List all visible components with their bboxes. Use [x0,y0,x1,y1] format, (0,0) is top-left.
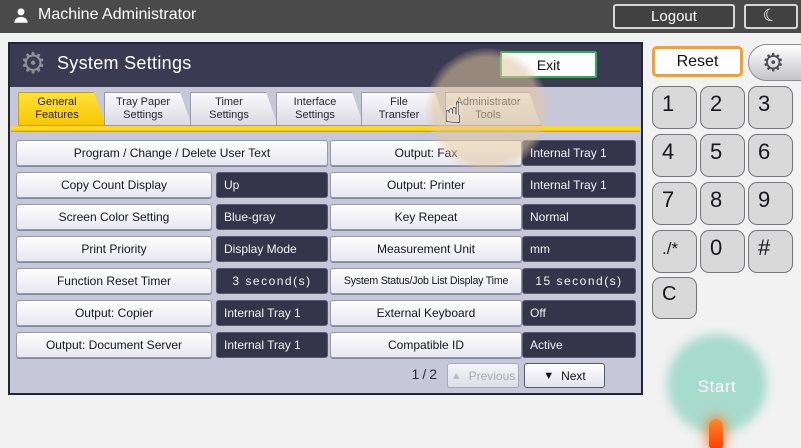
tab-interface-settings[interactable]: Interface Settings [276,92,364,126]
previous-page-button[interactable]: ▲ Previous [447,363,519,388]
setting-value-key-repeat[interactable]: Normal [522,204,636,230]
setting-label-key-repeat[interactable]: Key Repeat [330,204,522,230]
setting-value-screen-color-setting[interactable]: Blue-gray [216,204,328,230]
tab-general-features[interactable]: General Features [18,92,106,126]
key-0[interactable]: 0 [700,230,745,273]
setting-value-function-reset-timer[interactable]: 3 second(s) [216,268,328,294]
up-triangle-icon: ▲ [451,370,462,382]
page-title: System Settings [57,53,192,74]
tab-file-transfer[interactable]: File Transfer [361,92,447,126]
start-button-label: Start [667,377,767,397]
setting-program-change-delete-user-text[interactable]: Program / Change / Delete User Text [16,140,328,166]
next-label: Next [561,369,586,383]
logged-in-user-name: Machine Administrator [38,6,196,24]
setting-value-copy-count-display[interactable]: Up [216,172,328,198]
setting-value-compatible-id[interactable]: Active [522,332,636,358]
setting-label-print-priority[interactable]: Print Priority [16,236,212,262]
setting-label-output-copier[interactable]: Output: Copier [16,300,212,326]
device-screen: Machine Administrator Logout ☾ ⚙ System … [0,0,801,448]
moon-icon: ☾ [762,7,780,27]
key-4[interactable]: 4 [652,134,697,177]
keypad-settings-button[interactable]: ⚙ [748,44,801,81]
setting-value-external-keyboard[interactable]: Off [522,300,636,326]
key-dot-star[interactable]: ./* [652,230,697,273]
down-triangle-icon: ▼ [543,370,554,382]
panel-header: ⚙ System Settings Exit [10,44,641,87]
user-icon [12,7,30,30]
key-2[interactable]: 2 [700,86,745,129]
gear-icon: ⚙ [20,48,46,80]
setting-label-output-fax[interactable]: Output: Fax [330,140,522,166]
setting-value-output-document-server[interactable]: Internal Tray 1 [216,332,328,358]
key-3[interactable]: 3 [748,86,793,129]
screen-dim-button[interactable]: ☾ [744,4,798,29]
selected-tab-underline [11,126,640,132]
next-page-button[interactable]: ▼ Next [524,363,605,388]
tab-administrator-tools[interactable]: Administrator Tools [445,92,541,126]
start-indicator-light [709,419,723,448]
tab-tray-paper-settings[interactable]: Tray Paper Settings [104,92,192,126]
gear-icon: ⚙ [762,48,784,77]
setting-value-output-copier[interactable]: Internal Tray 1 [216,300,328,326]
logout-button[interactable]: Logout [613,4,735,29]
reset-button[interactable]: Reset [652,46,743,77]
setting-value-output-fax[interactable]: Internal Tray 1 [522,140,636,166]
key-6[interactable]: 6 [748,134,793,177]
key-1[interactable]: 1 [652,86,697,129]
key-7[interactable]: 7 [652,182,697,225]
tab-timer-settings[interactable]: Timer Settings [190,92,278,126]
setting-label-measurement-unit[interactable]: Measurement Unit [330,236,522,262]
key-9[interactable]: 9 [748,182,793,225]
setting-label-compatible-id[interactable]: Compatible ID [330,332,522,358]
page-indicator: 1/2 [382,366,440,382]
key-hash[interactable]: # [748,230,793,273]
system-settings-panel: ⚙ System Settings Exit General Features … [8,42,643,395]
setting-value-system-status-job-list-display-time[interactable]: 15 second(s) [522,268,636,294]
key-8[interactable]: 8 [700,182,745,225]
setting-label-screen-color-setting[interactable]: Screen Color Setting [16,204,212,230]
clear-button[interactable]: C [652,277,697,319]
setting-value-print-priority[interactable]: Display Mode [216,236,328,262]
setting-label-function-reset-timer[interactable]: Function Reset Timer [16,268,212,294]
top-bar: Machine Administrator Logout ☾ [0,0,801,33]
setting-label-external-keyboard[interactable]: External Keyboard [330,300,522,326]
setting-label-output-printer[interactable]: Output: Printer [330,172,522,198]
setting-value-measurement-unit[interactable]: mm [522,236,636,262]
setting-value-output-printer[interactable]: Internal Tray 1 [522,172,636,198]
previous-label: Previous [469,369,516,383]
setting-label-system-status-job-list-display-time[interactable]: System Status/Job List Display Time [330,268,522,294]
key-5[interactable]: 5 [700,134,745,177]
exit-button[interactable]: Exit [500,51,597,78]
setting-label-copy-count-display[interactable]: Copy Count Display [16,172,212,198]
setting-label-output-document-server[interactable]: Output: Document Server [16,332,212,358]
